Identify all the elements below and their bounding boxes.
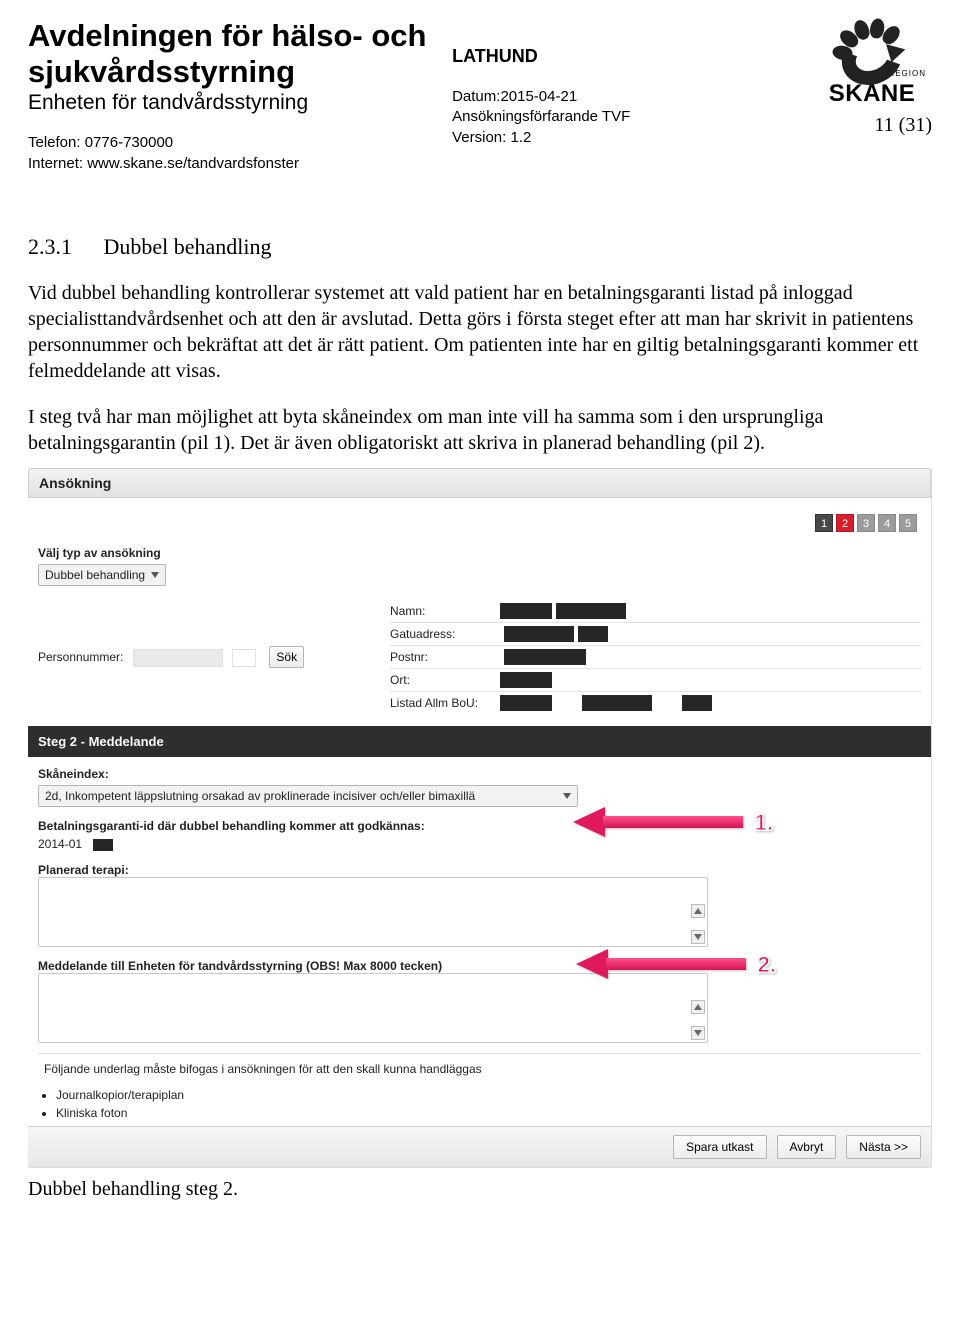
paragraph-1: Vid dubbel behandling kontrollerar syste… xyxy=(28,280,932,384)
attachments-note: Följande underlag måste bifogas i ansökn… xyxy=(38,1053,921,1084)
skane-logo: REGION SKÅNE xyxy=(812,18,932,108)
bg-id-value: 2014-01 xyxy=(38,837,921,851)
terapi-label: Planerad terapi: xyxy=(38,863,129,877)
application-type-select[interactable]: Dubbel behandling xyxy=(38,564,166,586)
section-number: 2.3.1 xyxy=(28,234,98,260)
department-title: Avdelningen för hälso- och sjukvårdsstyr… xyxy=(28,18,436,89)
list-item: Journalkopior/terapiplan xyxy=(56,1088,921,1102)
listed-label: Listad Allm BoU: xyxy=(390,696,500,710)
step-1[interactable]: 1 xyxy=(815,514,833,532)
name-label: Namn: xyxy=(390,604,500,618)
step-indicator: 1 2 3 4 5 xyxy=(38,514,917,532)
step2-header: Steg 2 - Meddelande xyxy=(28,726,931,757)
application-type-value: Dubbel behandling xyxy=(45,568,145,582)
phone-line: Telefon: 0776-730000 xyxy=(28,133,436,153)
redacted-block xyxy=(500,695,552,711)
scroll-up-icon[interactable] xyxy=(691,1000,705,1014)
step-5[interactable]: 5 xyxy=(899,514,917,532)
save-draft-button[interactable]: Spara utkast xyxy=(673,1135,766,1159)
scroll-up-icon[interactable] xyxy=(691,904,705,918)
action-bar: Spara utkast Avbryt Nästa >> xyxy=(28,1126,931,1167)
cancel-button[interactable]: Avbryt xyxy=(777,1135,837,1159)
message-textarea[interactable] xyxy=(38,973,708,1043)
personnummer-input[interactable] xyxy=(133,649,223,667)
internet-line: Internet: www.skane.se/tandvardsfonster xyxy=(28,154,436,174)
next-button[interactable]: Nästa >> xyxy=(846,1135,921,1159)
chevron-down-icon xyxy=(151,572,159,578)
date-line: Datum:2015-04-21 xyxy=(452,87,766,107)
step-3[interactable]: 3 xyxy=(857,514,875,532)
scroll-down-icon[interactable] xyxy=(691,1026,705,1040)
skaneindex-label: Skåneindex: xyxy=(38,767,921,781)
step-4[interactable]: 4 xyxy=(878,514,896,532)
redacted-block xyxy=(582,695,652,711)
skaneindex-select[interactable]: 2d, Inkompetent läppslutning orsakad av … xyxy=(38,785,578,807)
app-screenshot: Ansökning 1 2 3 4 5 Välj typ av ansöknin… xyxy=(28,468,932,1168)
redacted-block xyxy=(682,695,712,711)
message-label: Meddelande till Enheten för tandvårdssty… xyxy=(38,959,442,973)
bg-id-label: Betalningsgaranti-id där dubbel behandli… xyxy=(38,819,425,833)
section-title: Dubbel behandling xyxy=(104,234,272,259)
personnummer-input-suffix[interactable] xyxy=(232,649,256,667)
application-type-label: Välj typ av ansökning xyxy=(38,546,921,560)
redacted-block xyxy=(504,649,534,665)
list-item: Kliniska foton xyxy=(56,1106,921,1120)
figure-caption: Dubbel behandling steg 2. xyxy=(28,1178,932,1201)
address-label: Gatuadress: xyxy=(390,627,500,641)
chevron-down-icon xyxy=(563,793,571,799)
personnummer-label: Personnummer: xyxy=(38,650,123,664)
page-header: Avdelningen för hälso- och sjukvårdsstyr… xyxy=(28,18,932,174)
unit-title: Enheten för tandvårdsstyrning xyxy=(28,91,436,115)
redacted-block xyxy=(93,839,113,851)
skaneindex-value: 2d, Inkompetent läppslutning orsakad av … xyxy=(45,789,475,803)
section-heading: 2.3.1 Dubbel behandling xyxy=(28,234,932,260)
zip-label: Postnr: xyxy=(390,650,500,664)
scroll-down-icon[interactable] xyxy=(691,930,705,944)
logo-mark-icon xyxy=(837,18,907,71)
paragraph-2: I steg två har man möjlighet att byta sk… xyxy=(28,404,932,456)
step-2[interactable]: 2 xyxy=(836,514,854,532)
search-button[interactable]: Sök xyxy=(269,646,304,668)
attachments-list: Journalkopior/terapiplan Kliniska foton xyxy=(56,1088,921,1120)
redacted-block xyxy=(500,672,552,688)
doc-type: LATHUND xyxy=(452,46,766,67)
terapi-textarea[interactable] xyxy=(38,877,708,947)
redacted-block xyxy=(504,626,574,642)
redacted-block xyxy=(556,603,626,619)
redacted-block xyxy=(534,649,586,665)
redacted-block xyxy=(500,603,552,619)
city-label: Ort: xyxy=(390,673,500,687)
redacted-block xyxy=(578,626,608,642)
procedure-line: Ansökningsförfarande TVF xyxy=(452,107,766,127)
page-number: 11 (31) xyxy=(874,114,932,137)
app-title: Ansökning xyxy=(28,468,931,498)
version-line: Version: 1.2 xyxy=(452,128,766,148)
